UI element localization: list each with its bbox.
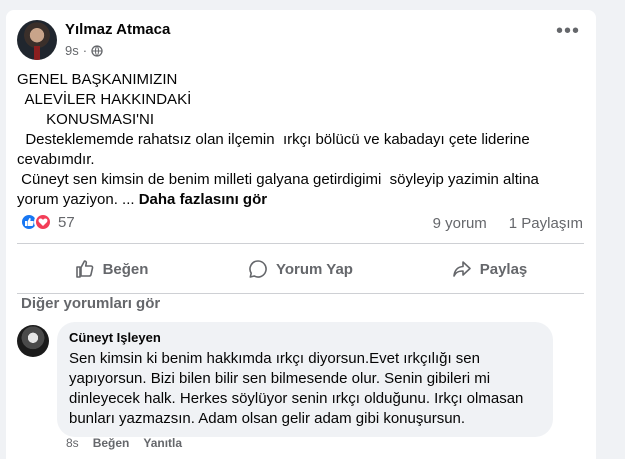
comment-like-button[interactable]: Beğen bbox=[93, 436, 130, 450]
more-options-icon[interactable]: ••• bbox=[556, 21, 580, 41]
commenter-avatar[interactable] bbox=[17, 325, 49, 357]
post-line: KONUSMASI'NI bbox=[17, 111, 155, 128]
separator-dot: · bbox=[82, 43, 88, 58]
post-stats: 9 yorum 1 Paylaşım bbox=[433, 215, 583, 232]
comment-line: Sen kimsin ki benim hakkımda ırkçı diyor… bbox=[69, 350, 480, 367]
post-line-last: yorum yaziyon. ... Daha fazlasını gör bbox=[17, 190, 587, 210]
love-icon bbox=[34, 213, 52, 231]
post-text: GENEL BAŞKANIMIZIN ALEVİLER HAKKINDAKİ K… bbox=[17, 70, 587, 210]
author-avatar[interactable] bbox=[17, 20, 57, 60]
post-time[interactable]: 9s bbox=[65, 43, 79, 58]
share-count[interactable]: 1 Paylaşım bbox=[509, 215, 583, 232]
post-line: Cüneyt sen kimsin de benim milleti galya… bbox=[17, 171, 539, 188]
post-author-name[interactable]: Yılmaz Atmaca bbox=[65, 21, 170, 38]
share-arrow-icon bbox=[452, 261, 471, 277]
commenter-name[interactable]: Cüneyt Işleyen bbox=[69, 330, 541, 345]
comment-bubble-icon bbox=[249, 260, 267, 278]
post-line: ALEVİLER HAKKINDAKİ bbox=[17, 91, 192, 108]
comment-line: yapıyorsun. Bizi bilen bilir sen bilmese… bbox=[69, 370, 491, 387]
view-more-comments-link[interactable]: Diğer yorumları gör bbox=[21, 295, 160, 312]
comment-label: Yorum Yap bbox=[276, 260, 353, 278]
comment-count[interactable]: 9 yorum bbox=[433, 215, 487, 232]
comment-line: bunları yazmazsın. Adam olsan gelir adam… bbox=[69, 410, 466, 427]
post-line: yorum yaziyon. ... bbox=[17, 191, 139, 208]
comment-line: dinleyecek halk. Herkes söylüyor senin ı… bbox=[69, 390, 524, 407]
post-card: Yılmaz Atmaca 9s · ••• GENEL BAŞKANIMIZI… bbox=[6, 10, 596, 459]
comment-actions: 8s Beğen Yanıtla bbox=[66, 436, 182, 450]
thumbs-up-icon bbox=[75, 260, 93, 278]
divider bbox=[17, 243, 584, 244]
reaction-count: 57 bbox=[58, 213, 75, 231]
post-line: cevabımdır. bbox=[17, 151, 95, 168]
post-meta: 9s · bbox=[65, 43, 103, 58]
comment-reply-button[interactable]: Yanıtla bbox=[143, 436, 182, 450]
like-label: Beğen bbox=[102, 260, 149, 278]
share-label: Paylaş bbox=[479, 260, 528, 278]
like-button[interactable]: Beğen bbox=[17, 251, 206, 287]
see-more-link[interactable]: Daha fazlasını gör bbox=[139, 191, 267, 208]
divider bbox=[17, 293, 584, 294]
share-button[interactable]: Paylaş bbox=[395, 251, 584, 287]
comment-button[interactable]: Yorum Yap bbox=[206, 251, 395, 287]
reactions-summary[interactable]: 57 bbox=[20, 213, 75, 231]
comment-bubble: Cüneyt Işleyen Sen kimsin ki benim hakkı… bbox=[57, 322, 553, 437]
post-actions: Beğen Yorum Yap Paylaş bbox=[17, 247, 584, 291]
globe-icon bbox=[91, 44, 103, 57]
post-line: Desteklememde rahatsız olan ilçemin ırkç… bbox=[17, 131, 530, 148]
comment-text: Sen kimsin ki benim hakkımda ırkçı diyor… bbox=[69, 349, 541, 429]
post-line: GENEL BAŞKANIMIZIN bbox=[17, 71, 178, 88]
comment-time[interactable]: 8s bbox=[66, 436, 79, 450]
